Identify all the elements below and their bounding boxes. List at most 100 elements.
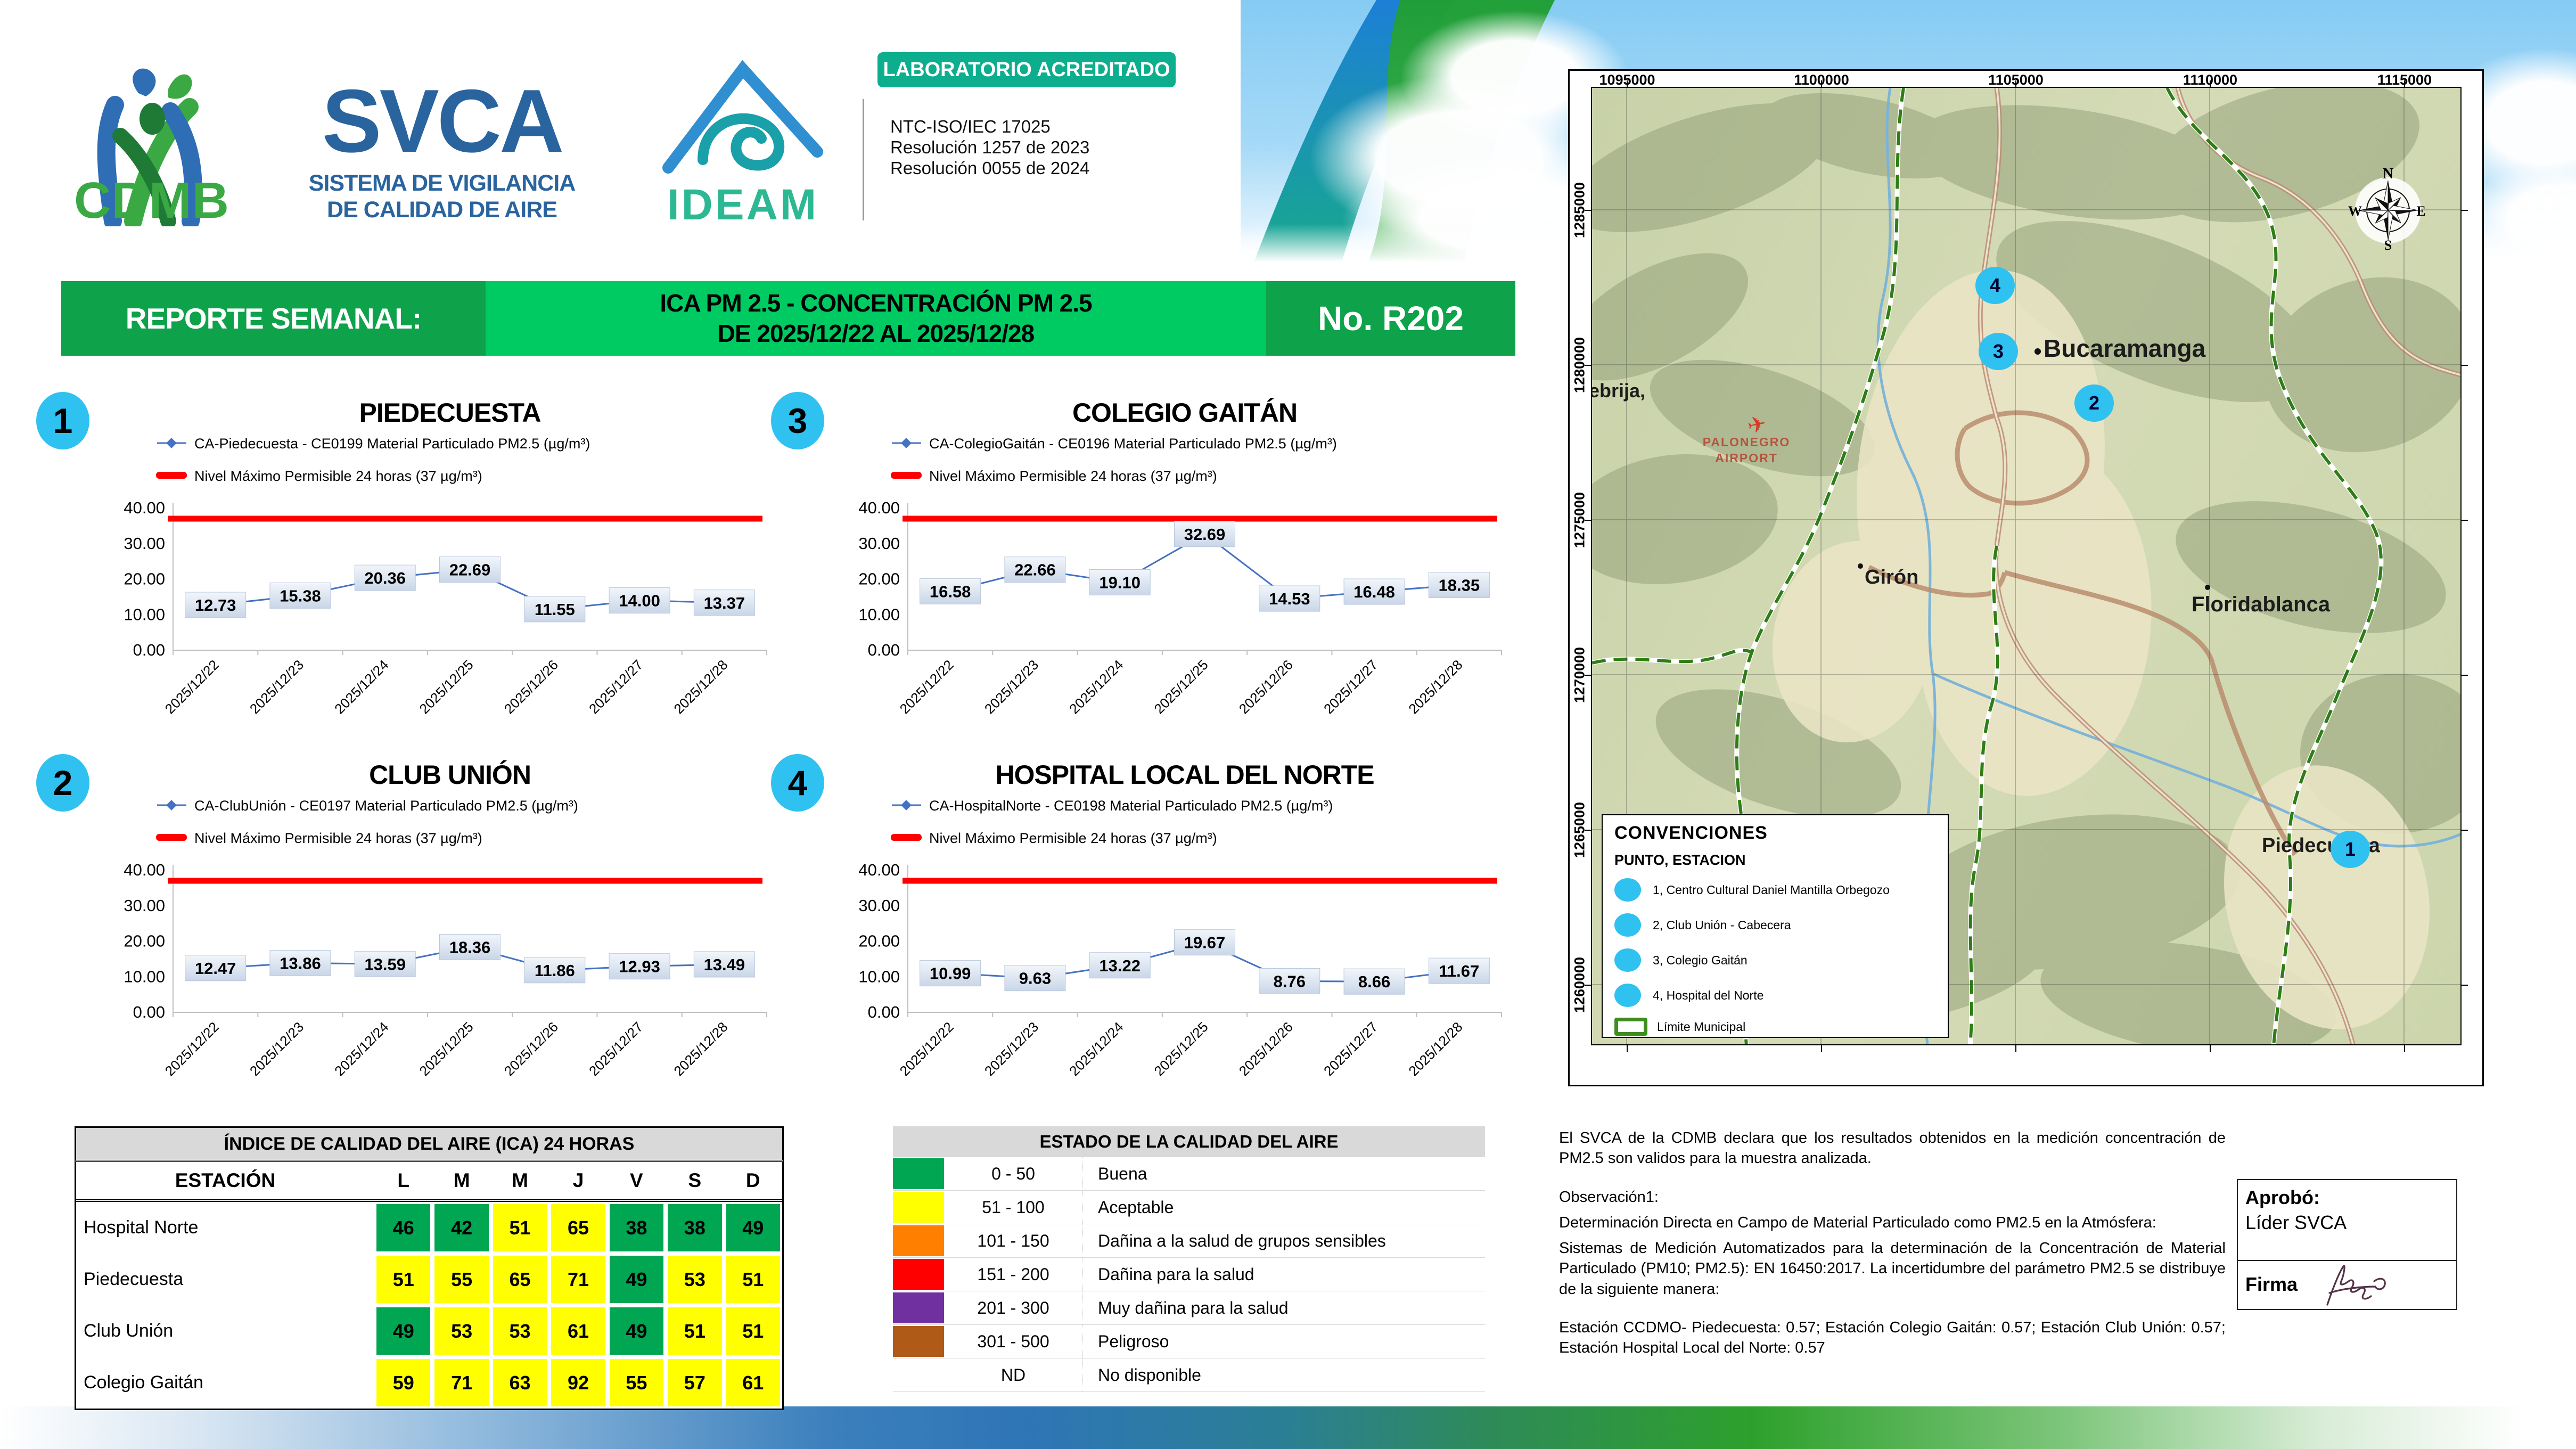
firma-label: Firma [2245, 1273, 2298, 1295]
x-axis-date-tick: 2025/12/24 [1066, 1019, 1126, 1079]
map-tick [2404, 1045, 2405, 1052]
y-axis-tick: 0.00 [133, 1003, 165, 1021]
ica-value-cell: 38 [609, 1204, 664, 1251]
map-legend-item-label: 2, Club Unión - Cabecera [1653, 918, 1791, 932]
approval-label: Aprobó: [2245, 1186, 2320, 1208]
data-label-value: 14.00 [619, 592, 660, 610]
station-number-badge: 3 [771, 392, 824, 449]
ica-value-cell: 65 [551, 1204, 605, 1251]
station-marker-4-number: 4 [1989, 274, 2001, 296]
ica-table-title: ÍNDICE DE CALIDAD DEL AIRE (ICA) 24 HORA… [75, 1126, 784, 1162]
estado-color-swatch [893, 1192, 944, 1223]
accreditation-lines: NTC-ISO/IEC 17025 Resolución 1257 de 202… [890, 116, 1220, 178]
ica-table-row: Club Unión 49 53 53 61 49 51 51 [76, 1305, 782, 1357]
ica-value-cell: 49 [376, 1307, 431, 1355]
station-marker-3: 3 [1979, 333, 2018, 370]
accreditation-line: Resolución 0055 de 2024 [890, 158, 1090, 178]
series-diamond-icon [901, 438, 912, 448]
ica-value-cell: 65 [493, 1256, 547, 1303]
map-tick [1585, 830, 1591, 831]
y-axis-tick: 40.00 [858, 498, 900, 517]
ica-station-name: Colegio Gaitán [84, 1372, 203, 1393]
estado-range: 201 - 300 [944, 1291, 1083, 1324]
compass-e: E [2416, 203, 2425, 219]
observation-body-1: Determinación Directa en Campo de Materi… [1559, 1214, 2156, 1231]
estado-range: 151 - 200 [944, 1258, 1083, 1291]
accreditation-line: NTC-ISO/IEC 17025 [890, 117, 1051, 136]
station-number-badge: 4 [771, 754, 824, 812]
chart-title: PIEDECUESTA [359, 398, 541, 428]
data-label-value: 8.66 [1358, 972, 1390, 991]
y-axis-tick: 10.00 [124, 967, 165, 986]
series-diamond-icon [166, 800, 177, 811]
station-marker-4: 4 [1975, 267, 2015, 304]
estado-color-swatch [893, 1225, 944, 1256]
compass-w: W [2348, 203, 2362, 219]
x-axis-date-tick: 2025/12/23 [247, 1019, 307, 1079]
estado-label: No disponible [1098, 1365, 1201, 1385]
station-chart-3: 3 COLEGIO GAITÁN CA-ColegioGaitán - CE0196… [771, 389, 1507, 762]
y-axis-tick: 0.00 [133, 641, 165, 659]
estado-row: 301 - 500 Peligroso [893, 1325, 1485, 1358]
y-axis-tick: 30.00 [858, 534, 900, 553]
station-chart-4: 4 HOSPITAL LOCAL DEL NORTE CA-HospitalNort… [771, 751, 1507, 1124]
declaration-text: El SVCA de la CDMB declara que los resul… [1559, 1129, 2226, 1167]
report-subject: ICA PM 2.5 - CONCENTRACIÓN PM 2.5 DE 202… [486, 281, 1266, 356]
ica-value-cell: 51 [726, 1256, 780, 1303]
limit-legend-label: Nivel Máximo Permisible 24 horas (37 µg/… [194, 468, 482, 484]
x-axis-date-tick: 2025/12/26 [501, 657, 561, 717]
x-axis-date-tick: 2025/12/24 [331, 657, 391, 717]
ica-table-row: Piedecuesta 51 55 65 71 49 53 51 [76, 1254, 782, 1305]
pm25-line-chart: HOSPITAL LOCAL DEL NORTE CA-HospitalNorte… [858, 760, 1502, 1079]
station-chart-2: 2 CLUB UNIÓN CA-ClubUnión - CE0197 Materia… [36, 751, 772, 1124]
map-tick [2210, 80, 2211, 87]
map-legend-item: 1, Centro Cultural Daniel Mantilla Orbeg… [1614, 876, 1948, 904]
x-axis-date-tick: 2025/12/22 [897, 1019, 957, 1079]
ica-table-body: ESTACIÓN L M M J V S D Hospital Norte 46 42 51 65 38 3… [75, 1162, 784, 1410]
ica-value-cell: 57 [668, 1359, 722, 1406]
city-label-floridablanca: Floridablanca [2192, 593, 2331, 616]
map-tick [2462, 520, 2468, 521]
approval-signature-row: Firma [2238, 1261, 2456, 1308]
ica-value-cell: 49 [609, 1256, 664, 1303]
data-label-value: 9.63 [1019, 969, 1051, 988]
map-tick [2404, 80, 2405, 87]
station-point-icon [1614, 878, 1641, 902]
accreditation-badge: LABORATORIO ACREDITADO [877, 52, 1176, 87]
x-axis-date-tick: 2025/12/26 [501, 1019, 561, 1079]
estado-color-swatch [893, 1326, 944, 1357]
data-label-value: 15.38 [280, 586, 321, 605]
x-axis-date-tick: 2025/12/22 [897, 657, 957, 717]
data-label-value: 13.86 [280, 954, 321, 972]
x-axis-date-tick: 2025/12/25 [416, 657, 477, 717]
map-tick [2210, 1045, 2211, 1052]
estado-table-title: ESTADO DE LA CALIDAD DEL AIRE [893, 1126, 1485, 1157]
station-point-icon [1614, 984, 1641, 1007]
data-label-value: 22.69 [449, 561, 491, 579]
municipal-boundary-label: Límite Municipal [1657, 1019, 1746, 1034]
station-marker-2-number: 2 [2088, 392, 2100, 414]
station-marker-2: 2 [2074, 384, 2114, 422]
x-axis-date-tick: 2025/12/23 [247, 657, 307, 717]
estado-label: Aceptable [1098, 1197, 1174, 1217]
ica-station-name: Club Unión [84, 1321, 174, 1341]
x-axis-date-tick: 2025/12/25 [416, 1019, 477, 1079]
ica-header-row: ESTACIÓN L M M J V S D [76, 1162, 782, 1202]
limit-legend-dash-icon [156, 472, 187, 479]
x-axis-date-tick: 2025/12/28 [670, 657, 731, 717]
ica-value-cell: 51 [493, 1204, 547, 1251]
map-legend: CONVENCIONES PUNTO, ESTACION 1, Centro C… [1602, 814, 1949, 1038]
floridablanca-dot [2205, 585, 2210, 590]
map-tick [1585, 675, 1591, 676]
estado-color-swatch [893, 1259, 944, 1290]
estado-label: Dañina para la salud [1098, 1264, 1254, 1284]
data-label-value: 18.36 [449, 938, 491, 956]
estado-row: 151 - 200 Dañina para la salud [893, 1258, 1485, 1291]
air-quality-legend-table: ESTADO DE LA CALIDAD DEL AIRE 0 - 50 Buen… [893, 1126, 1485, 1392]
data-label-value: 13.37 [704, 594, 745, 612]
station-chart-1: 1 PIEDECUESTA CA-Piedecuesta - CE0199 Mate… [36, 389, 772, 762]
x-axis-date-tick: 2025/12/24 [331, 1019, 391, 1079]
estado-row: 101 - 150 Dañina a la salud de grupos sen… [893, 1224, 1485, 1258]
pm25-line-chart: PIEDECUESTA CA-Piedecuesta - CE0199 Mater… [124, 398, 767, 717]
ica-value-cell: 53 [668, 1256, 722, 1303]
